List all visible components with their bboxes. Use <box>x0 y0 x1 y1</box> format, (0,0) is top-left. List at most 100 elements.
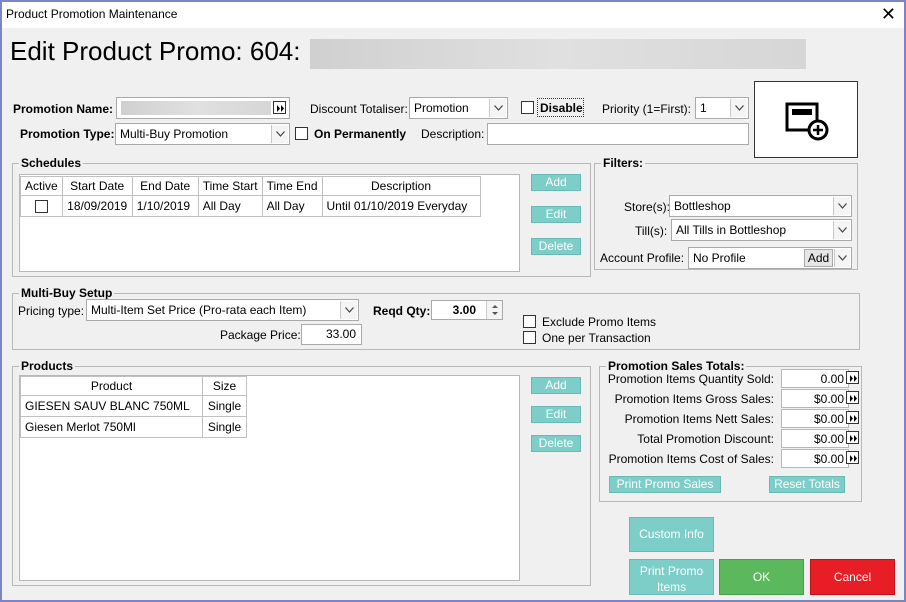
double-arrow-icon[interactable] <box>846 411 859 424</box>
store-select[interactable]: Bottleshop <box>669 195 852 217</box>
total-label: Total Promotion Discount: <box>637 432 774 446</box>
description-field[interactable] <box>487 123 749 145</box>
promotion-type-value: Multi-Buy Promotion <box>120 127 229 141</box>
priority-select[interactable]: 1 <box>695 97 749 119</box>
till-select[interactable]: All Tills in Bottleshop <box>671 219 852 241</box>
image-add-icon <box>785 102 829 141</box>
column-header[interactable]: Start Date <box>61 176 133 196</box>
time-start-cell: All Day <box>197 195 263 217</box>
package-price-label: Package Price: <box>220 328 301 342</box>
priority-value: 1 <box>700 101 707 115</box>
discount-totaliser-select[interactable]: Promotion <box>409 97 508 119</box>
one-per-transaction-label[interactable]: One per Transaction <box>542 331 651 345</box>
pricing-type-select[interactable]: Multi-Item Set Price (Pro-rata each Item… <box>86 299 359 321</box>
chevron-down-icon <box>833 221 850 239</box>
exclude-promo-label[interactable]: Exclude Promo Items <box>542 315 656 329</box>
window-title: Product Promotion Maintenance <box>6 7 178 21</box>
chevron-down-icon <box>271 125 288 143</box>
print-promo-items-button[interactable]: Print Promo Items <box>629 559 714 595</box>
reset-totals-button[interactable]: Reset Totals <box>769 476 845 493</box>
column-header[interactable]: Active <box>20 176 63 196</box>
active-checkbox[interactable] <box>34 200 48 213</box>
promotion-type-select[interactable]: Multi-Buy Promotion <box>115 123 290 145</box>
redacted-name <box>121 101 271 115</box>
store-value: Bottleshop <box>674 199 731 213</box>
chevron-down-icon <box>833 197 850 215</box>
product-delete-button[interactable]: Delete <box>531 435 581 452</box>
ok-button[interactable]: OK <box>719 559 804 595</box>
account-add-button[interactable]: Add <box>804 249 833 267</box>
multibuy-title: Multi-Buy Setup <box>19 286 115 300</box>
sales-totals-title: Promotion Sales Totals: <box>606 359 747 373</box>
size-cell: Single <box>202 395 247 417</box>
total-value: $0.00 <box>781 429 849 448</box>
table-row[interactable]: 18/09/2019 1/10/2019 All Day All Day Unt… <box>20 195 481 217</box>
product-cell: Giesen Merlot 750Ml <box>20 416 203 438</box>
total-label: Promotion Items Cost of Sales: <box>608 452 774 466</box>
end-date-cell: 1/10/2019 <box>131 195 199 217</box>
column-header[interactable]: Time End <box>261 176 323 196</box>
redacted-promo-name <box>310 39 806 69</box>
double-arrow-icon[interactable] <box>846 371 859 384</box>
on-permanently-label[interactable]: On Permanently <box>314 127 406 141</box>
chevron-down-icon <box>340 301 357 319</box>
image-add-button[interactable] <box>754 81 858 158</box>
table-header-row: Active Start Date End Date Time Start Ti… <box>20 176 481 196</box>
double-arrow-icon[interactable] <box>273 101 286 114</box>
promotion-name-field[interactable] <box>116 97 290 119</box>
account-profile-label: Account Profile: <box>600 251 685 265</box>
column-header[interactable]: Product <box>20 376 203 396</box>
column-header[interactable]: Time Start <box>197 176 263 196</box>
description-label: Description: <box>421 127 485 141</box>
filters-title: Filters: <box>601 156 646 170</box>
chevron-down-icon <box>489 99 506 117</box>
product-cell: GIESEN SAUV BLANC 750ML <box>20 395 203 417</box>
table-row[interactable]: GIESEN SAUV BLANC 750ML Single <box>20 395 247 417</box>
reqd-qty-stepper[interactable]: 3.00 <box>431 300 503 320</box>
total-value: $0.00 <box>781 409 849 428</box>
cancel-button[interactable]: Cancel <box>810 559 895 595</box>
one-per-transaction-checkbox[interactable] <box>523 331 536 344</box>
total-label: Promotion Items Gross Sales: <box>614 392 774 406</box>
schedule-delete-button[interactable]: Delete <box>531 238 581 255</box>
double-arrow-icon[interactable] <box>846 431 859 444</box>
discount-totaliser-label: Discount Totaliser: <box>310 102 408 116</box>
custom-info-button[interactable]: Custom Info <box>629 517 714 552</box>
column-header[interactable]: Description <box>321 176 481 196</box>
double-arrow-icon[interactable] <box>846 451 859 464</box>
total-value: $0.00 <box>781 449 849 468</box>
promotion-type-label: Promotion Type: <box>20 127 115 141</box>
product-add-button[interactable]: Add <box>531 377 581 394</box>
on-permanently-checkbox[interactable] <box>295 127 308 140</box>
close-icon[interactable]: ✕ <box>881 3 896 25</box>
column-header[interactable]: Size <box>202 376 247 396</box>
start-date-cell: 18/09/2019 <box>61 195 133 217</box>
disable-label[interactable]: Disable <box>540 101 583 115</box>
active-cell[interactable] <box>20 195 63 217</box>
total-label: Promotion Items Quantity Sold: <box>607 372 774 386</box>
stepper-arrows-icon[interactable] <box>486 301 502 319</box>
products-grid: Product Size GIESEN SAUV BLANC 750ML Sin… <box>19 375 520 581</box>
store-label: Store(s): <box>624 200 671 214</box>
print-promo-sales-button[interactable]: Print Promo Sales <box>609 476 721 493</box>
description-cell: Until 01/10/2019 Everyday <box>321 195 481 217</box>
disable-checkbox[interactable] <box>521 101 534 114</box>
schedule-add-button[interactable]: Add <box>531 174 581 191</box>
products-title: Products <box>19 359 76 373</box>
pricing-type-label: Pricing type: <box>18 304 85 318</box>
size-cell: Single <box>202 416 247 438</box>
total-label: Promotion Items Nett Sales: <box>624 412 774 426</box>
schedules-grid: Active Start Date End Date Time Start Ti… <box>19 174 520 272</box>
schedule-edit-button[interactable]: Edit <box>531 206 581 223</box>
exclude-promo-checkbox[interactable] <box>523 315 536 328</box>
till-value: All Tills in Bottleshop <box>676 223 787 237</box>
chevron-down-icon[interactable] <box>834 249 850 267</box>
promotion-name-label: Promotion Name: <box>13 102 114 116</box>
package-price-field[interactable]: 33.00 <box>301 324 362 345</box>
table-header-row: Product Size <box>20 376 247 396</box>
table-row[interactable]: Giesen Merlot 750Ml Single <box>20 416 247 438</box>
account-profile-field[interactable]: No Profile Add <box>688 247 852 269</box>
double-arrow-icon[interactable] <box>846 391 859 404</box>
product-edit-button[interactable]: Edit <box>531 406 581 423</box>
column-header[interactable]: End Date <box>131 176 199 196</box>
